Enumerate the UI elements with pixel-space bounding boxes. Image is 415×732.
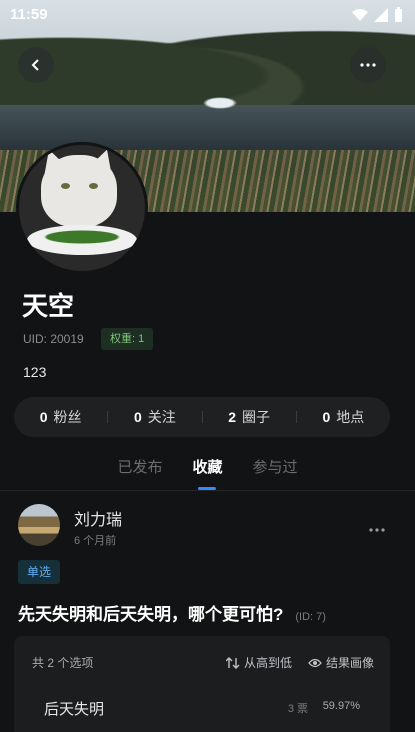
status-time: 11:59 [10,6,48,23]
post-author-name[interactable]: 刘力瑞 [74,506,122,530]
poll-option-percent: 59.97% [322,700,360,712]
eye-icon [308,658,322,667]
post-more-button[interactable] [369,516,385,537]
sort-button[interactable]: 从高到低 [225,654,292,671]
back-button[interactable] [18,47,54,83]
profile-name: 天空 [22,291,75,321]
signal-icon [374,7,388,22]
question-type-tag: 单选 [18,560,61,584]
stat-places[interactable]: 0 地点 [297,407,390,427]
divider [0,490,415,491]
profile-tabs: 已发布 收藏 参与过 [0,456,415,490]
battery-icon [395,7,402,22]
stat-followers[interactable]: 0 粉丝 [14,407,107,427]
post-author-avatar[interactable] [18,504,60,546]
tab-participated[interactable]: 参与过 [253,456,298,486]
wifi-icon [352,8,368,21]
sort-icon [225,656,240,669]
profile-uid: UID: 20019 [23,332,84,346]
poll-option-label[interactable]: 后天失明 [44,698,104,719]
poll-card: 共 2 个选项 从高到低 结果画像 后天失明 3 票 59.97% [14,636,390,732]
stat-following[interactable]: 0 关注 [108,407,201,427]
profile-bio: 123 [23,364,47,380]
more-icon [369,528,385,532]
chevron-left-icon [31,59,39,71]
options-count: 共 2 个选项 [32,656,94,670]
profile-avatar[interactable] [16,142,148,274]
stat-circles[interactable]: 2 圈子 [203,407,296,427]
question-title[interactable]: 先天失明和后天失明，哪个更可怕? (ID: 7) [18,600,326,625]
poll-option-votes: 3 票 [287,703,308,715]
post-time: 6 个月前 [74,535,117,547]
tab-favorites[interactable]: 收藏 [192,456,223,490]
question-id: (ID: 7) [295,611,326,623]
weight-badge: 权重: 1 [101,328,154,350]
status-bar: 11:59 [0,0,415,32]
tab-published[interactable]: 已发布 [117,456,162,486]
result-portrait-button[interactable]: 结果画像 [308,654,374,671]
stats-bar: 0 粉丝 0 关注 2 圈子 0 地点 [14,397,390,437]
more-icon [360,63,376,67]
more-options-button[interactable] [350,47,386,83]
